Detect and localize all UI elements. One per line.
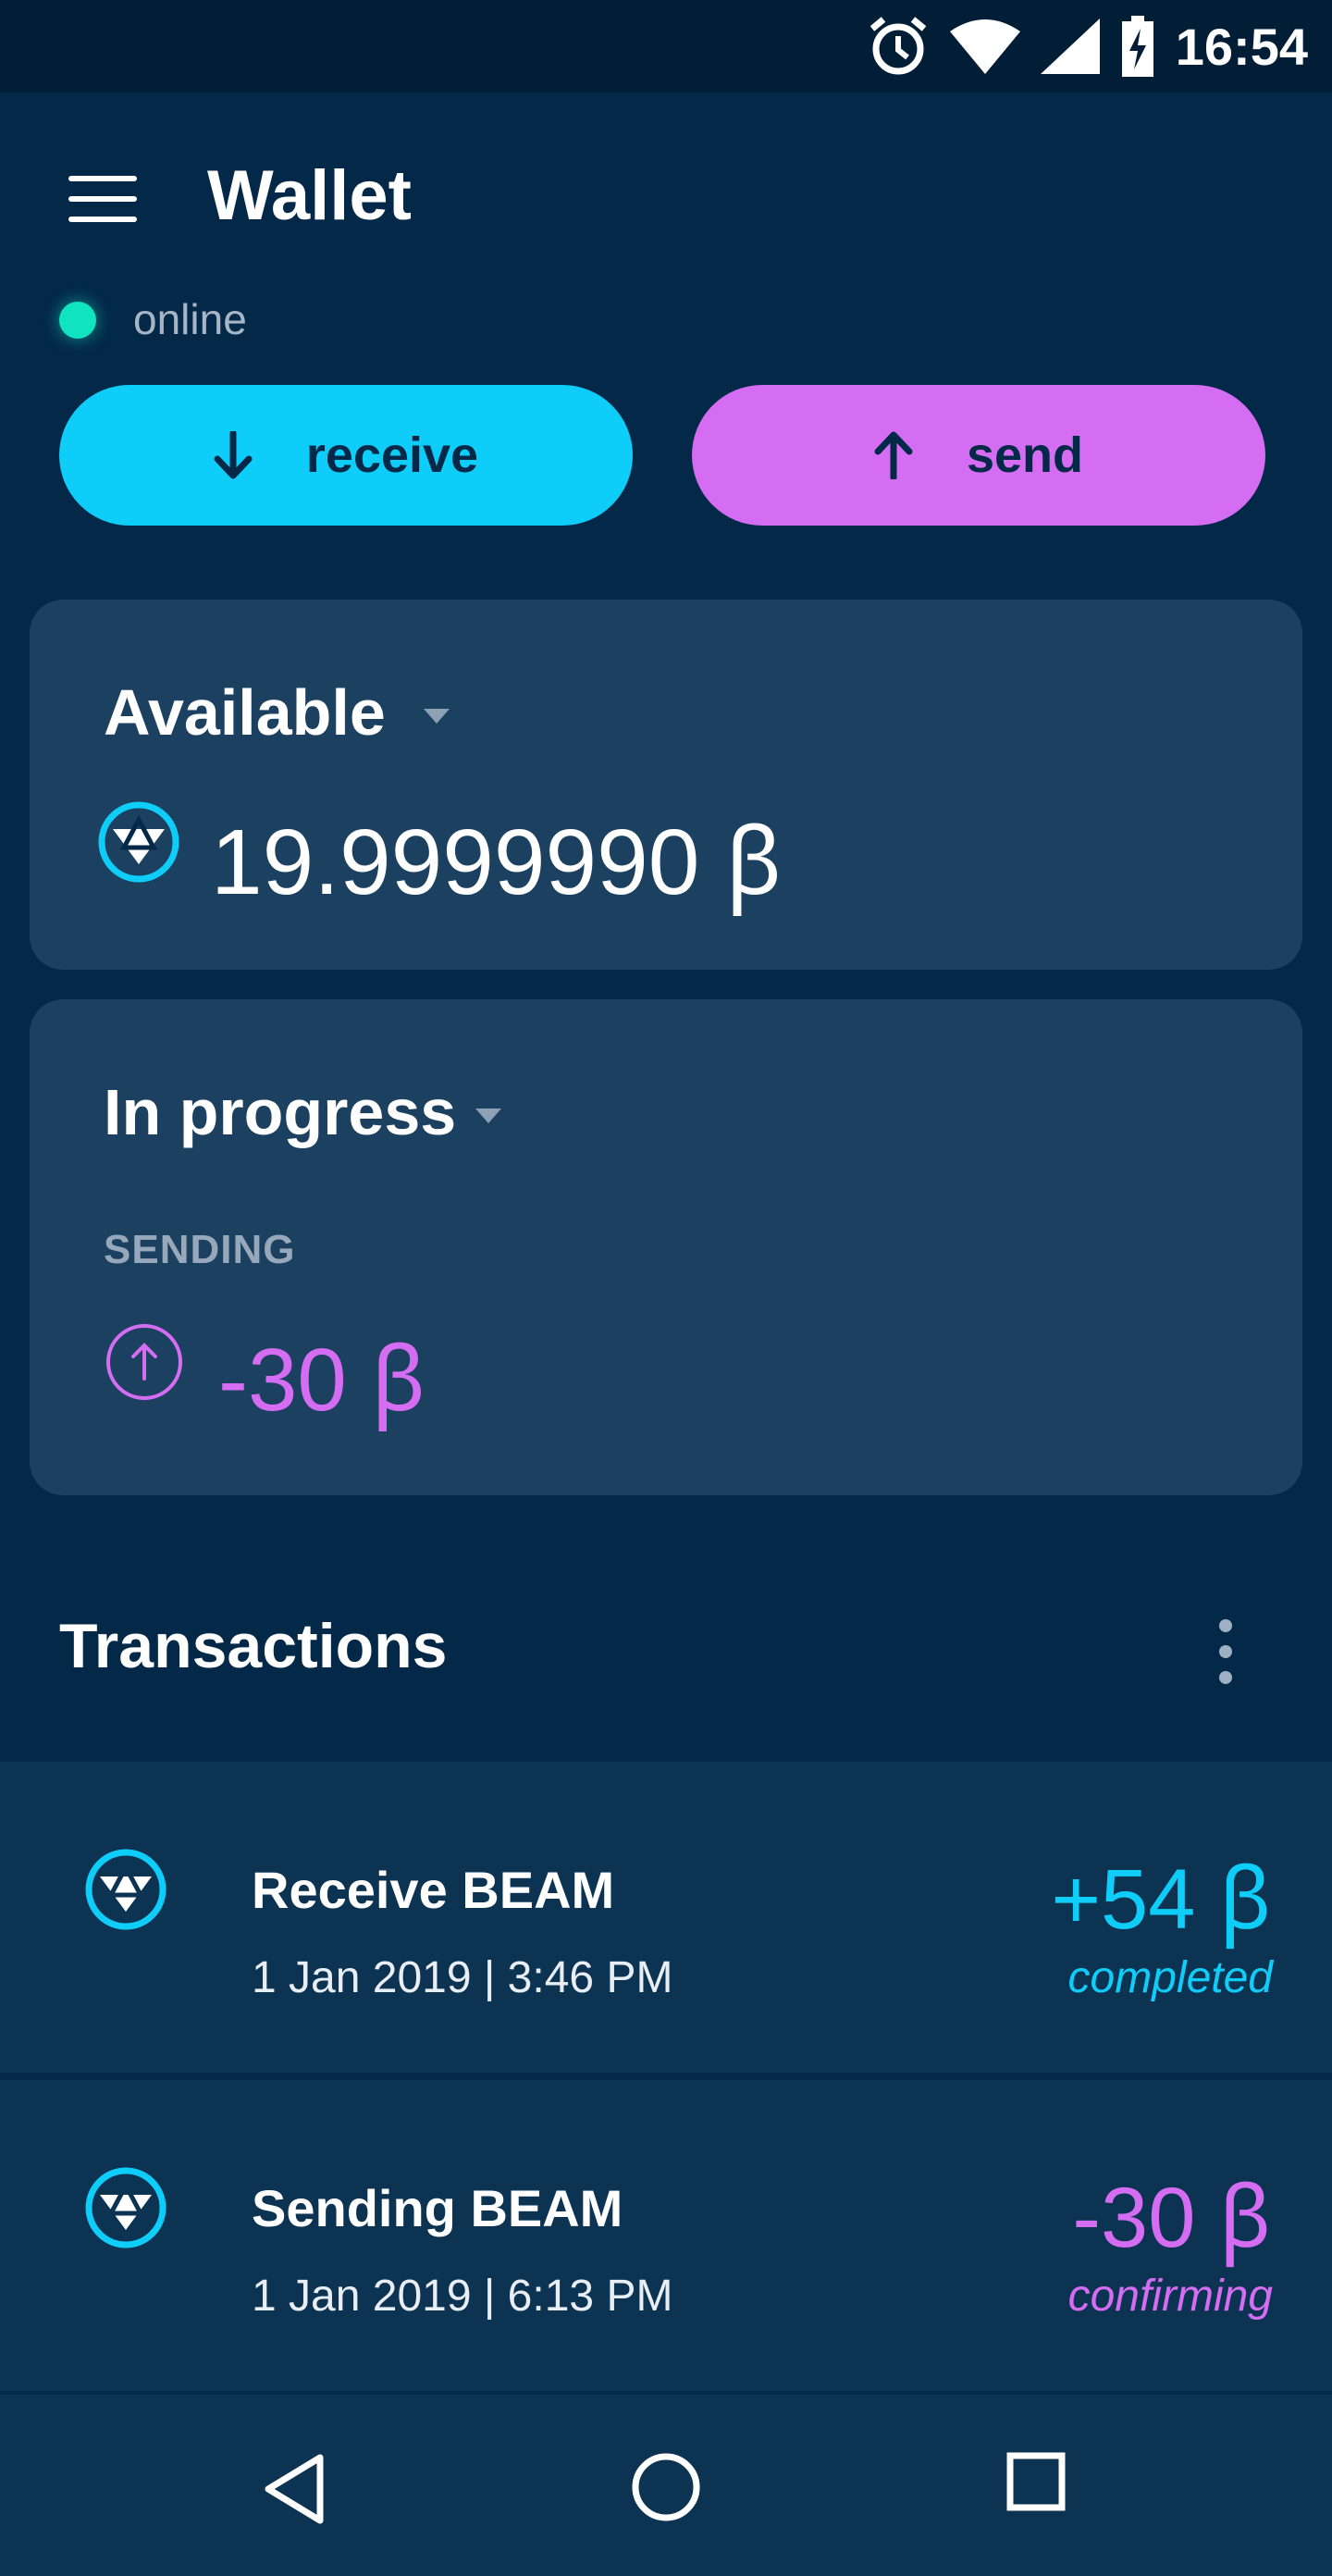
menu-icon[interactable] (68, 176, 137, 222)
available-dropdown-icon[interactable] (424, 709, 450, 724)
sending-arrow-icon (106, 1324, 182, 1400)
battery-charging-icon (1121, 16, 1153, 77)
online-status-indicator (59, 302, 96, 339)
sending-amount: -30 ꞵ (218, 1331, 427, 1430)
transaction-amount: -30 ꞵ (1072, 2171, 1273, 2265)
arrow-up-icon (874, 431, 913, 479)
alarm-icon (870, 17, 927, 75)
transaction-status: confirming (1067, 2272, 1273, 2321)
transactions-header: Transactions (59, 1611, 448, 1681)
wifi-icon (949, 19, 1020, 74)
signal-icon (1040, 19, 1100, 74)
transaction-row[interactable]: Sending BEAM 1 Jan 2019 | 6:13 PM -30 ꞵ … (0, 2080, 1332, 2391)
receive-button[interactable]: receive (59, 385, 633, 526)
in-progress-card: In progress SENDING -30 ꞵ (30, 999, 1302, 1495)
recents-icon[interactable] (1006, 2452, 1066, 2511)
home-icon[interactable] (631, 2452, 701, 2522)
transaction-row[interactable]: Receive BEAM 1 Jan 2019 | 3:46 PM +54 ꞵ … (0, 1762, 1332, 2073)
status-bar: 16:54 (0, 0, 1332, 93)
available-amount: 19.9999990 ꞵ (211, 811, 784, 914)
in-progress-dropdown-icon[interactable] (475, 1108, 501, 1123)
send-button-label: send (966, 427, 1084, 483)
transaction-status: completed (1067, 1953, 1273, 2002)
transaction-title: Receive BEAM (252, 1861, 615, 1919)
sending-label: SENDING (104, 1227, 296, 1272)
transaction-title: Sending BEAM (252, 2179, 623, 2237)
send-button[interactable]: send (692, 385, 1265, 526)
available-card: Available 19.9999990 ꞵ (30, 600, 1302, 970)
online-status-label: online (133, 295, 247, 343)
system-nav-bar (0, 2395, 1332, 2576)
transaction-amount: +54 ꞵ (1051, 1852, 1273, 1947)
transaction-date: 1 Jan 2019 | 3:46 PM (252, 1953, 673, 2002)
beam-logo-icon (98, 801, 179, 883)
beam-logo-icon (85, 2167, 166, 2248)
back-icon[interactable] (261, 2452, 327, 2526)
beam-logo-icon (85, 1849, 166, 1930)
page-title: Wallet (207, 156, 412, 235)
status-icons: 16:54 (867, 13, 1308, 80)
more-options-icon[interactable] (1212, 1619, 1240, 1684)
in-progress-title[interactable]: In progress (104, 1075, 456, 1149)
arrow-down-icon (214, 431, 253, 479)
available-title[interactable]: Available (104, 675, 386, 749)
receive-button-label: receive (305, 427, 479, 483)
status-time: 16:54 (1175, 17, 1308, 76)
transaction-date: 1 Jan 2019 | 6:13 PM (252, 2272, 673, 2321)
